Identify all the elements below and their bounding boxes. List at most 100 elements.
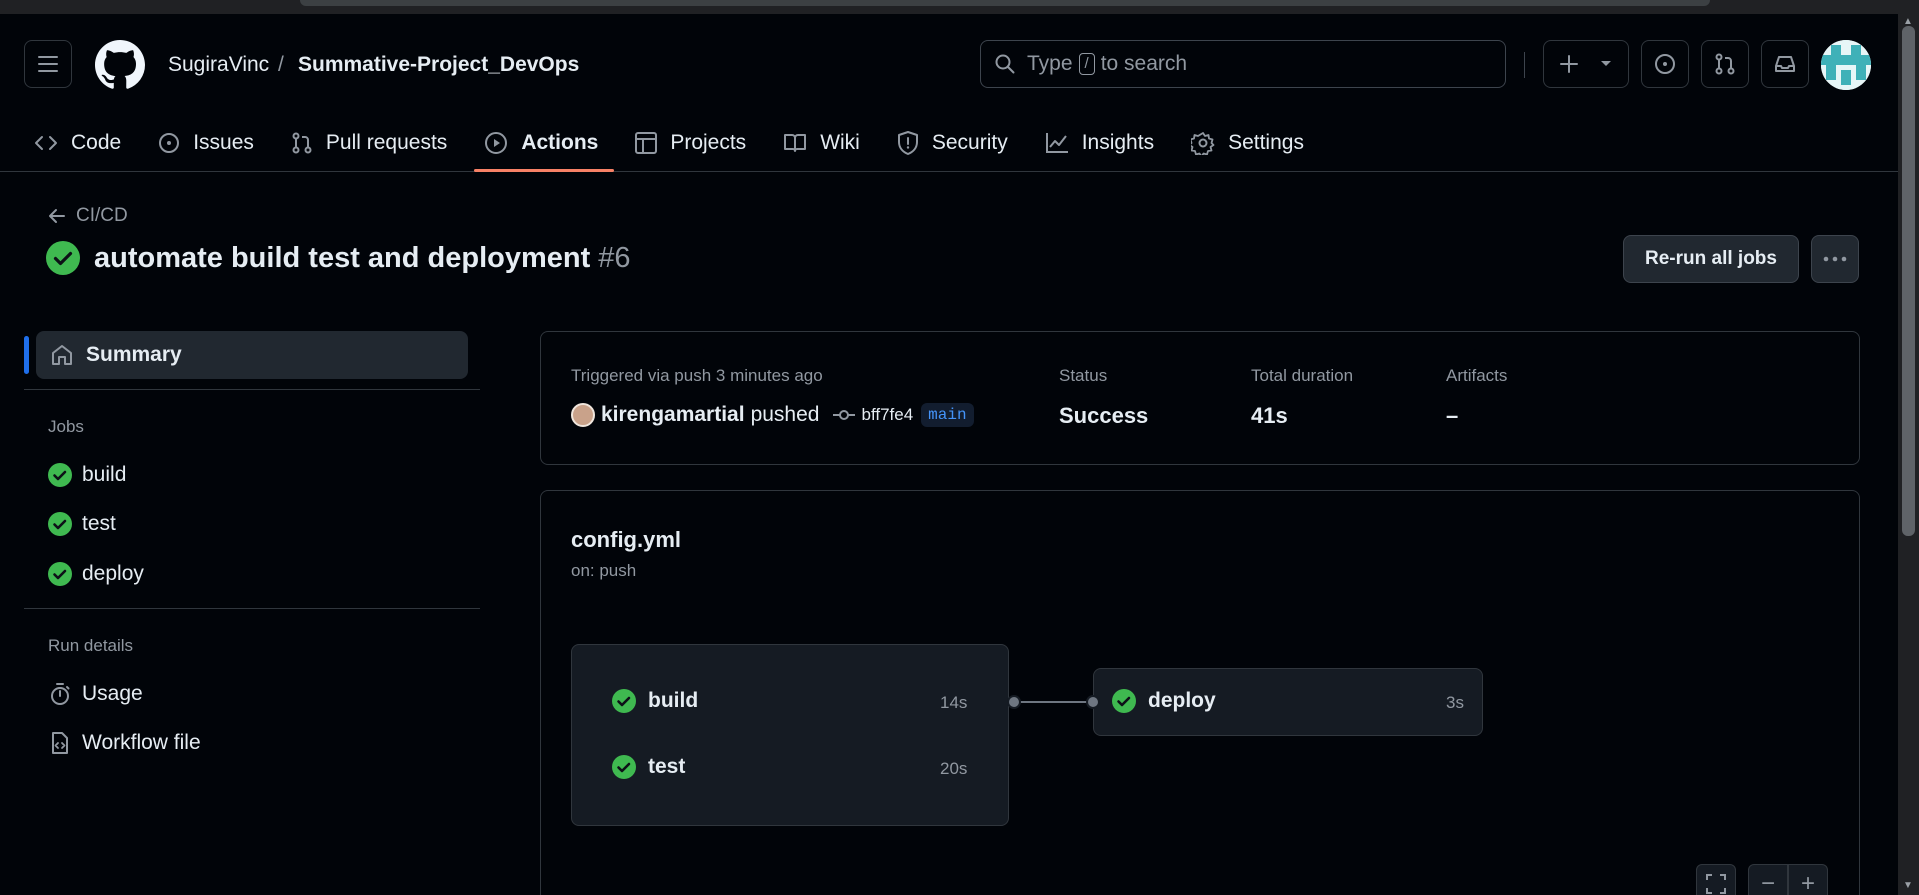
sidebar-job-test[interactable]: test [48,512,116,536]
graph-icon [1045,133,1068,153]
tab-wiki-label: Wiki [820,131,860,154]
sidebar-item-usage[interactable]: Usage [48,682,143,706]
gear-icon [1191,132,1215,155]
graph-job-name: deploy [1148,689,1216,712]
check-circle-fill-icon [48,562,72,586]
inbox-icon [1775,56,1795,72]
zoom-out-button[interactable]: − [1748,864,1788,895]
run-summary-card: Triggered via push 3 minutes ago kirenga… [540,331,1860,465]
check-circle-fill-icon [612,755,636,779]
repo-header: SugiraVinc / Summative-Project_DevOps Ty… [0,14,1898,172]
graph-connector-dot [1007,695,1021,709]
job-group: build 14s test 20s [571,644,1009,826]
run-title-text: automate build test and deployment [94,241,591,274]
arrow-left-icon [49,209,65,223]
breadcrumb-repo-link[interactable]: Summative-Project_DevOps [298,53,579,77]
trigger-text: Triggered via push 3 minutes ago [571,366,823,385]
breadcrumb-owner-link[interactable]: SugiraVinc [168,53,269,77]
pusher-action-text: pushed [750,403,820,426]
your-issues-button[interactable] [1641,40,1689,88]
github-logo-icon[interactable] [95,40,145,90]
more-options-button[interactable] [1811,235,1859,283]
sidebar-usage-label: Usage [82,682,143,705]
graph-job-duration: 20s [940,759,968,778]
commit-sha: bff7fe4 [861,405,914,424]
workflow-file-name: config.yml [571,527,682,552]
sidebar-jobs-heading: Jobs [48,417,84,436]
notifications-inbox-button[interactable] [1761,40,1809,88]
your-pull-requests-button[interactable] [1701,40,1749,88]
screen-full-icon [1706,874,1726,894]
graph-job-build[interactable]: build [612,689,698,713]
hamburger-menu-button[interactable] [24,40,72,88]
branch-label[interactable]: main [921,403,974,427]
graph-job-deploy[interactable]: deploy [1112,689,1216,713]
check-circle-fill-icon [48,512,72,536]
issue-opened-icon [159,133,180,153]
status-value: Success [1059,403,1149,428]
three-bars-icon [38,56,58,72]
tab-insights[interactable]: Insights [1045,114,1168,172]
tab-issues[interactable]: Issues [158,114,268,172]
search-placeholder-prefix: Type [1027,52,1073,75]
zoom-in-button[interactable]: + [1788,864,1828,895]
git-pull-request-icon [292,132,312,154]
graph-job-test[interactable]: test [612,755,685,779]
sidebar-job-deploy[interactable]: deploy [48,562,144,586]
sidebar-run-details-heading: Run details [48,636,134,655]
status-label: Status [1059,366,1108,385]
artifacts-label: Artifacts [1446,366,1508,385]
tab-actions-label: Actions [521,131,599,154]
sidebar-job-build[interactable]: build [48,463,126,487]
browser-tab-strip [0,0,1919,14]
back-to-workflow-link[interactable]: CI/CD [48,205,128,227]
sidebar-summary-label: Summary [86,343,182,366]
tab-security[interactable]: Security [897,114,1022,172]
check-circle-fill-icon [612,689,636,713]
sidebar-active-marker [24,336,29,374]
check-circle-fill-icon [1112,689,1136,713]
tab-actions[interactable]: Actions [474,114,615,172]
total-duration-value: 41s [1251,403,1288,428]
sidebar-item-workflow-file[interactable]: Workflow file [48,731,201,755]
rerun-all-jobs-button[interactable]: Re-run all jobs [1623,235,1799,283]
kebab-horizontal-icon [1823,256,1847,262]
user-avatar-button[interactable] [1821,40,1871,90]
stopwatch-icon [51,683,70,705]
tab-pull-requests[interactable]: Pull requests [291,114,461,172]
scrollbar-thumb[interactable] [1902,26,1915,536]
sidebar-item-summary[interactable]: Summary [36,331,468,379]
check-circle-fill-icon [46,241,80,275]
tab-insights-label: Insights [1081,131,1155,154]
sidebar-job-label: build [82,463,127,486]
tab-code[interactable]: Code [34,114,135,172]
graph-job-duration: 14s [940,693,968,712]
pusher-username-link[interactable]: kirengamartial [601,403,745,427]
page-scrollbar[interactable]: ▲ ▼ [1898,14,1919,895]
sidebar-workflow-file-label: Workflow file [82,731,201,754]
global-search-input[interactable]: Type / to search [980,40,1506,88]
home-icon [52,345,72,365]
commit-link[interactable]: bff7fe4 [833,405,913,425]
create-new-button[interactable] [1543,40,1629,88]
search-icon [995,54,1015,74]
graph-job-deploy-box: deploy 3s [1093,668,1483,736]
tab-settings[interactable]: Settings [1191,114,1318,172]
pusher-avatar[interactable] [571,403,595,427]
workflow-trigger: on: push [571,561,637,580]
zoom-in-label: + [1800,870,1815,895]
total-duration-label: Total duration [1251,366,1354,385]
tab-projects[interactable]: Projects [635,114,760,172]
tab-settings-label: Settings [1228,131,1304,154]
graph-job-name: build [648,689,699,712]
tab-wiki[interactable]: Wiki [783,114,874,172]
file-code-icon [52,732,68,754]
scroll-down-arrow-icon[interactable]: ▼ [1903,880,1913,891]
fullscreen-button[interactable] [1696,864,1736,895]
check-circle-fill-icon [48,463,72,487]
identicon-avatar-icon [1821,40,1871,90]
breadcrumb-separator: / [278,53,284,76]
artifacts-value: – [1446,403,1459,428]
back-link-label: CI/CD [76,205,128,226]
workflow-graph-card: config.yml on: push build 14s test 20s d… [540,490,1860,895]
